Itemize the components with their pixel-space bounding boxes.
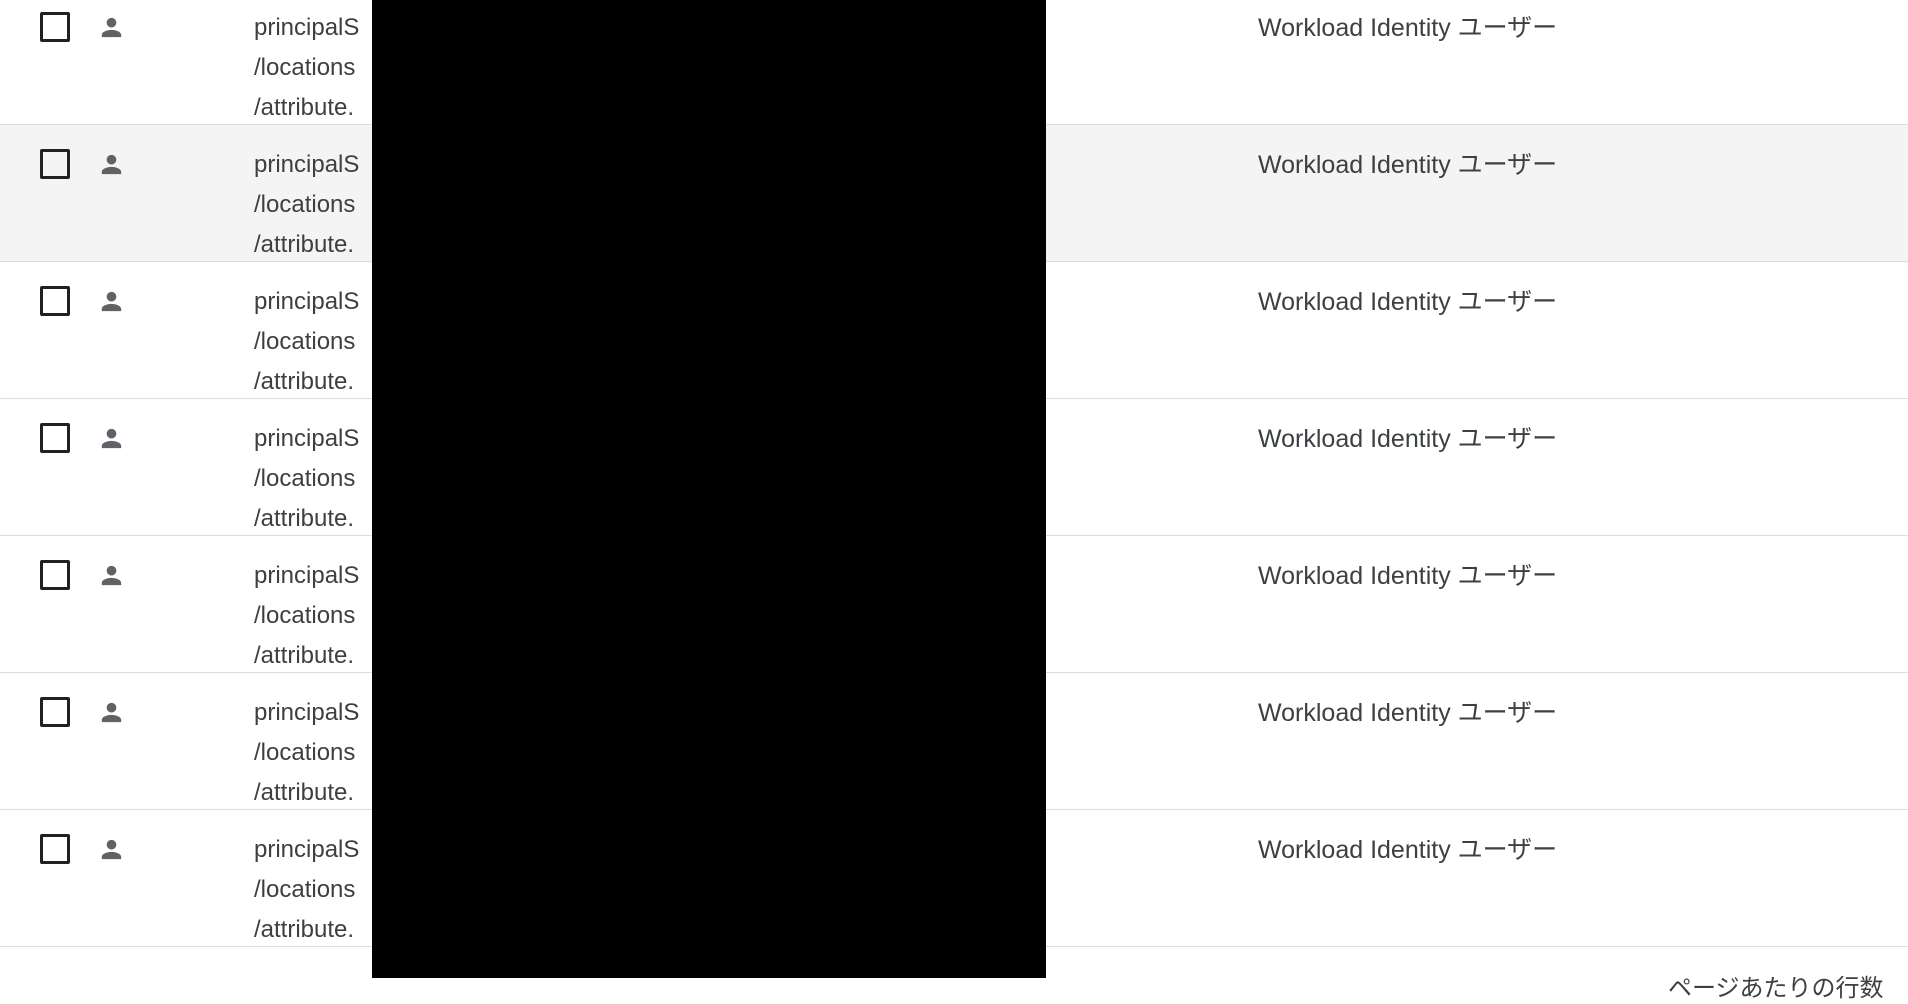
row-checkbox[interactable]: [40, 12, 70, 42]
person-icon: [97, 424, 126, 453]
principal-line: /attribute.: [254, 916, 355, 943]
principal-name: principalS /locations /attribute.: [254, 419, 359, 539]
principal-line: /attribute.: [254, 505, 355, 532]
row-checkbox[interactable]: [40, 286, 70, 316]
principal-line: /locations: [254, 465, 356, 492]
principal-line: /attribute.: [254, 779, 355, 806]
person-icon: [97, 698, 126, 727]
row-checkbox[interactable]: [40, 697, 70, 727]
role-label: Workload Identity ユーザー: [1258, 288, 1558, 316]
row-checkbox[interactable]: [40, 560, 70, 590]
role-label: Workload Identity ユーザー: [1258, 562, 1558, 590]
principal-line: principalS: [254, 288, 360, 315]
row-checkbox[interactable]: [40, 149, 70, 179]
person-icon: [97, 150, 126, 179]
principal-line: /attribute.: [254, 642, 355, 669]
person-icon: [97, 835, 126, 864]
principal-line: /locations: [254, 876, 356, 903]
principal-name: principalS /locations /attribute.: [254, 556, 359, 676]
row-checkbox[interactable]: [40, 834, 70, 864]
principal-name: principalS /locations /attribute.: [254, 282, 359, 402]
principal-line: /locations: [254, 54, 356, 81]
principal-line: /locations: [254, 191, 356, 218]
principal-line: principalS: [254, 836, 360, 863]
principal-name: principalS /locations /attribute.: [254, 830, 359, 950]
principal-line: principalS: [254, 699, 360, 726]
principal-line: /locations: [254, 602, 356, 629]
principal-name: principalS /locations /attribute.: [254, 145, 359, 265]
role-label: Workload Identity ユーザー: [1258, 836, 1558, 864]
principal-line: principalS: [254, 14, 360, 41]
rows-per-page-label: ページあたりの行数: [1668, 975, 1884, 1002]
role-label: Workload Identity ユーザー: [1258, 425, 1558, 453]
role-label: Workload Identity ユーザー: [1258, 14, 1558, 42]
principal-line: /attribute.: [254, 368, 355, 395]
role-label: Workload Identity ユーザー: [1258, 699, 1558, 727]
principal-line: principalS: [254, 425, 360, 452]
principal-line: /attribute.: [254, 94, 355, 121]
principal-name: principalS /locations /attribute.: [254, 8, 359, 128]
redaction-block: [372, 0, 1046, 978]
person-icon: [97, 287, 126, 316]
principal-line: principalS: [254, 562, 360, 589]
principal-line: /locations: [254, 739, 356, 766]
person-icon: [97, 561, 126, 590]
role-label: Workload Identity ユーザー: [1258, 151, 1558, 179]
principal-line: principalS: [254, 151, 360, 178]
person-icon: [97, 13, 126, 42]
row-checkbox[interactable]: [40, 423, 70, 453]
principal-line: /locations: [254, 328, 356, 355]
principal-name: principalS /locations /attribute.: [254, 693, 359, 813]
principal-line: /attribute.: [254, 231, 355, 258]
